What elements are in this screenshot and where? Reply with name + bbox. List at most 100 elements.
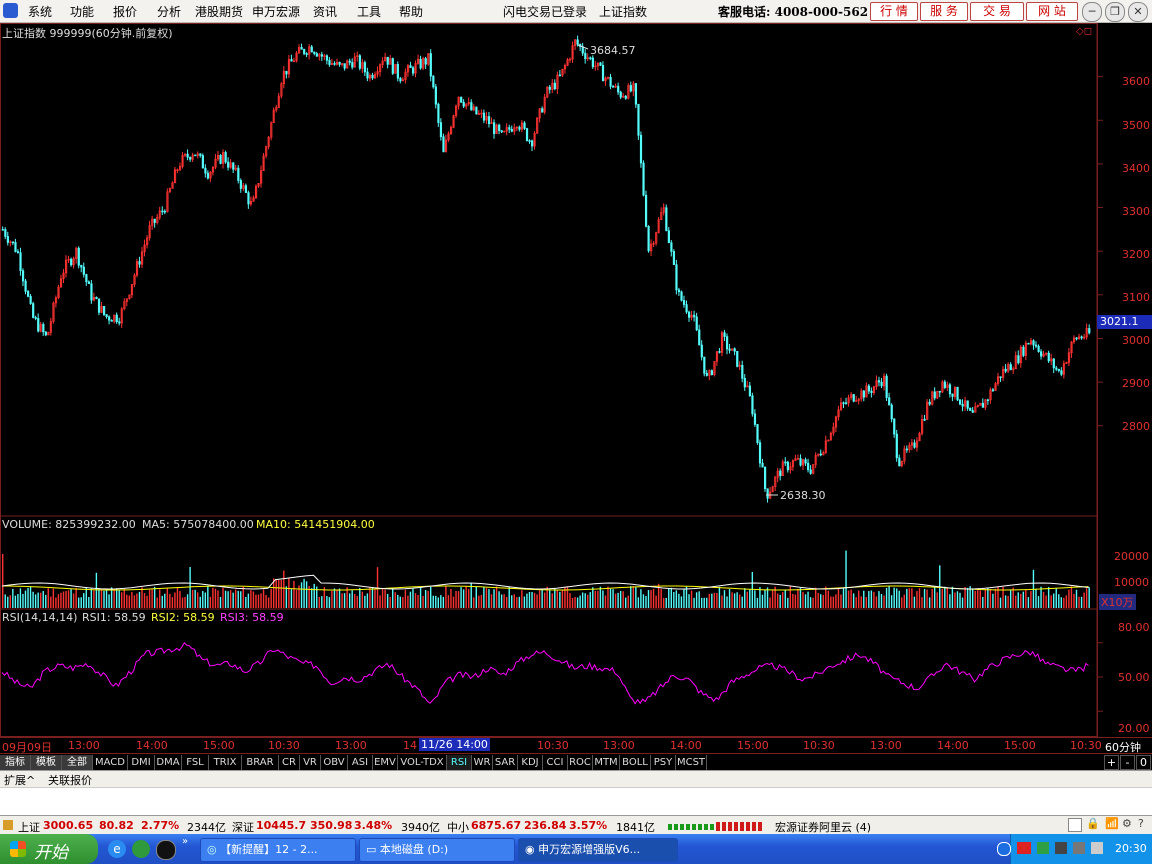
candle-body xyxy=(999,376,1002,378)
zoom-in-button[interactable]: + xyxy=(1104,755,1119,770)
candle-body xyxy=(437,103,440,123)
volume-bar xyxy=(100,588,103,608)
indicator-tab-wr[interactable]: WR xyxy=(472,755,493,770)
minimize-icon[interactable]: ─ xyxy=(1082,2,1102,22)
candle-body xyxy=(498,124,501,131)
clock: 20:30 xyxy=(1115,842,1147,855)
help-icon[interactable]: ? xyxy=(1138,817,1144,830)
indicator-tab-psy[interactable]: PSY xyxy=(651,755,676,770)
volume-bar xyxy=(227,591,229,608)
volume-bar xyxy=(265,594,267,608)
menu-item-tools[interactable]: 工具 xyxy=(357,3,381,20)
menu-item-news[interactable]: 资讯 xyxy=(313,3,337,20)
tray-app-icon[interactable] xyxy=(1073,842,1085,854)
volume-bar xyxy=(944,586,946,608)
volume-bar xyxy=(766,587,769,608)
quicklaunch-more-icon[interactable]: » xyxy=(182,836,188,847)
nav-button-quotes[interactable]: 行 情 xyxy=(870,2,918,21)
lock-icon[interactable]: 🔒 xyxy=(1086,817,1100,830)
tray-app-icon[interactable] xyxy=(1055,842,1067,854)
restore-icon[interactable]: ❐ xyxy=(1105,2,1125,22)
tray-app-icon[interactable] xyxy=(1017,842,1031,854)
indicator-tab-mcst[interactable]: MCST xyxy=(676,755,707,770)
reset-zoom-button[interactable]: 0 xyxy=(1136,755,1151,770)
volume-bar xyxy=(473,597,475,608)
start-button[interactable]: 开始 xyxy=(0,834,98,864)
indicator-tab-全部[interactable]: 全部 xyxy=(62,755,93,770)
chart-panel[interactable]: 上证指数 999999(60分钟.前复权) ◇◻ 3684.57 2638.30… xyxy=(0,23,1152,737)
indicator-tab-asi[interactable]: ASI xyxy=(348,755,373,770)
candle-body xyxy=(285,70,288,75)
menu-item-broker[interactable]: 申万宏源 xyxy=(252,3,300,20)
volume-bar xyxy=(186,594,189,608)
task-window-trading-app[interactable]: ◉ 申万宏源增强版V6... xyxy=(518,838,678,862)
price-tick: 3000 xyxy=(1122,334,1150,347)
indicator-tab-vr[interactable]: VR xyxy=(300,755,321,770)
indicator-tab-roc[interactable]: ROC xyxy=(568,755,593,770)
volume-bar xyxy=(670,587,672,608)
indicator-tab-指标[interactable]: 指标 xyxy=(0,755,31,770)
indicator-tab-rsi[interactable]: RSI xyxy=(447,755,472,770)
indicator-tab-dmi[interactable]: DMI xyxy=(128,755,155,770)
volume-bar xyxy=(42,590,44,608)
volume-bar xyxy=(817,592,819,608)
volume-bar xyxy=(386,593,389,608)
task-window-disk[interactable]: ▭ 本地磁盘 (D:) xyxy=(359,838,515,862)
volume-bar xyxy=(113,588,115,608)
breadth-bar xyxy=(716,822,720,831)
volume-bar xyxy=(450,589,452,608)
candle-body xyxy=(396,64,399,79)
indicator-tab-cr[interactable]: CR xyxy=(279,755,300,770)
menu-item-help[interactable]: 帮助 xyxy=(399,3,423,20)
app-logo-icon[interactable] xyxy=(3,3,18,18)
indicator-tab-kdj[interactable]: KDJ xyxy=(518,755,543,770)
nav-button-website[interactable]: 网 站 xyxy=(1026,2,1078,21)
ie-icon[interactable]: e xyxy=(108,840,126,858)
indicator-tab-emv[interactable]: EMV xyxy=(373,755,398,770)
menu-item-analysis[interactable]: 分析 xyxy=(157,3,181,20)
indicator-tab-mtm[interactable]: MTM xyxy=(593,755,620,770)
browser-icon[interactable] xyxy=(132,840,150,858)
close-icon[interactable]: ✕ xyxy=(1128,2,1148,22)
menu-item-quote[interactable]: 报价 xyxy=(113,3,137,20)
volume-bar xyxy=(37,592,39,608)
candle-body xyxy=(885,375,888,398)
menu-item-hk-futures[interactable]: 港股期货 xyxy=(195,3,243,20)
indicator-tab-fsl[interactable]: FSL xyxy=(182,755,209,770)
volume-bar xyxy=(118,590,120,608)
volume-bar xyxy=(895,588,898,608)
zoom-out-button[interactable]: - xyxy=(1120,755,1135,770)
nav-button-service[interactable]: 服 务 xyxy=(920,2,968,21)
volume-bar xyxy=(888,586,890,608)
indicator-tab-dma[interactable]: DMA xyxy=(155,755,182,770)
chart-options-icon[interactable]: ◇◻ xyxy=(1076,26,1092,37)
indicator-tab-bar: 指标 模板 全部 MACD DMI DMA FSL TRIX BRAR CR VR OBV ASI EMV… xyxy=(0,753,1152,771)
indicator-tab-模板[interactable]: 模板 xyxy=(31,755,62,770)
tray-expand-icon[interactable] xyxy=(997,842,1011,856)
candle-body xyxy=(508,127,511,130)
indicator-tab-cci[interactable]: CCI xyxy=(543,755,568,770)
tab-expand[interactable]: 扩展^ xyxy=(4,772,35,788)
candle-body xyxy=(685,304,688,313)
tab-related-quotes[interactable]: 关联报价 xyxy=(48,772,92,788)
screen-icon[interactable] xyxy=(1068,818,1082,832)
indicator-tab-brar[interactable]: BRAR xyxy=(242,755,279,770)
settings-icon[interactable]: ⚙ xyxy=(1122,817,1132,830)
indicator-tab-obv[interactable]: OBV xyxy=(321,755,348,770)
breadth-bar xyxy=(740,822,744,831)
indicator-tab-sar[interactable]: SAR xyxy=(493,755,518,770)
indicator-tab-macd[interactable]: MACD xyxy=(93,755,128,770)
indicator-tab-trix[interactable]: TRIX xyxy=(209,755,242,770)
volume-bar xyxy=(313,583,315,608)
nav-button-trade[interactable]: 交 易 xyxy=(970,2,1024,21)
menu-item-function[interactable]: 功能 xyxy=(70,3,94,20)
indicator-tab-boll[interactable]: BOLL xyxy=(620,755,651,770)
volume-bar xyxy=(612,589,614,608)
media-icon[interactable] xyxy=(156,840,176,860)
tray-volume-icon[interactable] xyxy=(1091,842,1103,854)
indicator-tab-vol-tdx[interactable]: VOL-TDX xyxy=(398,755,447,770)
menu-item-system[interactable]: 系统 xyxy=(28,3,52,20)
task-window-reminder[interactable]: ◎ 【新提醒】12 - 2... xyxy=(200,838,356,862)
tray-app-icon[interactable] xyxy=(1037,842,1049,854)
volume-bar xyxy=(749,589,751,608)
